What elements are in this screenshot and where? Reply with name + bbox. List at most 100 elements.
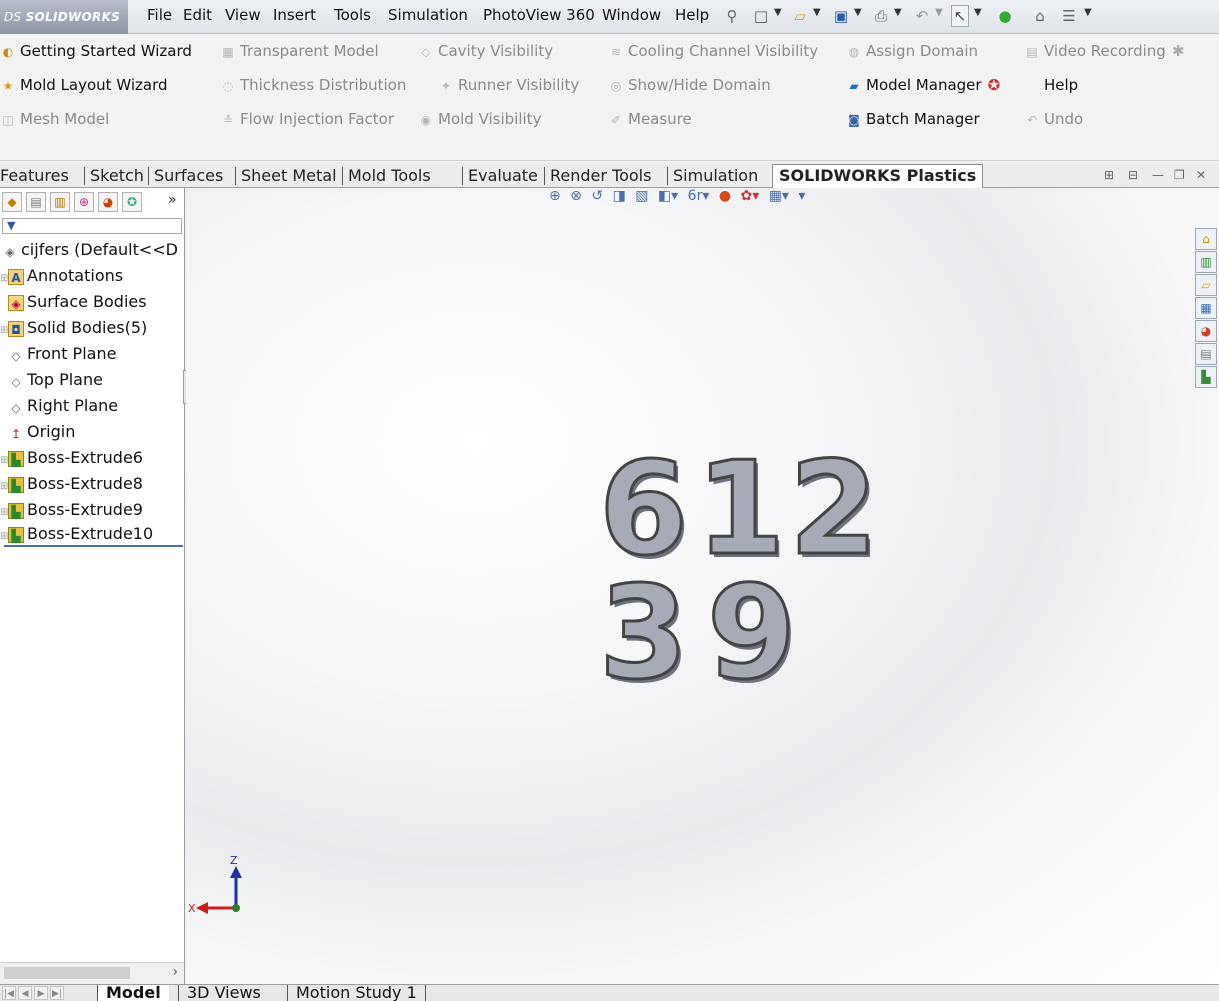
undo-dropdown-icon[interactable]: ▼: [935, 7, 943, 18]
scroll-right-icon[interactable]: ›: [172, 964, 178, 980]
tree-item-top-plane[interactable]: ◇ Top Plane: [0, 368, 103, 392]
options-icon[interactable]: ☰: [1060, 6, 1078, 26]
tab-model[interactable]: Model: [97, 985, 169, 1001]
zoom-to-area-icon[interactable]: ⊗: [570, 188, 582, 204]
tree-item-annotations[interactable]: ⊞ A Annotations: [0, 264, 123, 288]
menu-file[interactable]: File: [147, 6, 172, 24]
scroll-thumb[interactable]: [4, 967, 130, 979]
tree-item-boss-extrude8[interactable]: ⊞ ▙ Boss-Extrude8: [0, 472, 143, 496]
tree-horizontal-scrollbar[interactable]: ›: [0, 962, 184, 984]
undo-button[interactable]: ↶ Undo: [1024, 102, 1083, 136]
print-icon[interactable]: ⎙: [872, 6, 890, 26]
view-orientation-icon[interactable]: ◧▾: [658, 188, 678, 204]
transparent-model-button[interactable]: ▦ Transparent Model: [220, 34, 378, 68]
model-digit-6[interactable]: 6: [597, 444, 692, 575]
view-palette-icon[interactable]: ▦: [1195, 297, 1217, 319]
menu-insert[interactable]: Insert: [273, 6, 316, 24]
save-dropdown-icon[interactable]: ▼: [854, 7, 862, 18]
custom-properties-icon[interactable]: ▤: [1195, 343, 1217, 365]
open-folder-icon[interactable]: ▱: [791, 6, 809, 26]
view-settings-icon[interactable]: ▾: [798, 188, 805, 204]
menu-simulation[interactable]: Simulation: [388, 6, 468, 24]
cavity-visibility-button[interactable]: ◇ Cavity Visibility: [418, 34, 553, 68]
first-tab-icon[interactable]: |◀: [2, 986, 16, 1000]
close-icon[interactable]: ✕: [1196, 168, 1206, 182]
tree-item-front-plane[interactable]: ◇ Front Plane: [0, 342, 116, 366]
show-hide-domain-button[interactable]: ◎ Show/Hide Domain: [608, 68, 771, 102]
section-view-icon[interactable]: ◨: [613, 188, 626, 204]
help-button[interactable]: Help: [1044, 68, 1078, 102]
tab-solidworks-plastics[interactable]: SOLIDWORKS Plastics: [772, 164, 984, 188]
tree-item-origin[interactable]: ↥ Origin: [0, 420, 75, 444]
menu-photoview[interactable]: PhotoView 360: [483, 6, 595, 24]
display-style-icon[interactable]: 6r▾: [688, 188, 710, 204]
last-tab-icon[interactable]: ▶|: [50, 986, 64, 1000]
video-recording-button[interactable]: ▤ Video Recording ✱: [1024, 34, 1184, 68]
tab-mold-tools[interactable]: Mold Tools: [348, 165, 431, 187]
new-document-icon[interactable]: □: [752, 6, 770, 26]
tile-horizontal-icon[interactable]: ⊟: [1128, 168, 1138, 182]
dynamic-annotation-icon[interactable]: ▧: [635, 188, 648, 204]
cooling-channel-visibility-button[interactable]: ≋ Cooling Channel Visibility: [608, 34, 818, 68]
tab-simulation[interactable]: Simulation: [673, 165, 758, 187]
tab-sketch[interactable]: Sketch: [90, 165, 144, 187]
mold-visibility-button[interactable]: ◉ Mold Visibility: [418, 102, 542, 136]
print-dropdown-icon[interactable]: ▼: [894, 7, 902, 18]
tab-sheet-metal[interactable]: Sheet Metal: [241, 165, 337, 187]
more-tabs-icon[interactable]: »: [168, 192, 177, 208]
edit-appearance-icon[interactable]: ✿▾: [740, 188, 759, 204]
plastics-tab-icon[interactable]: ✪: [122, 192, 142, 212]
tree-item-boss-extrude10[interactable]: ⊞ ▙ Boss-Extrude10: [0, 522, 153, 546]
tree-root-part[interactable]: ◈ cijfers (Default<<D: [2, 238, 178, 262]
featuremanager-tab-icon[interactable]: ◆: [2, 192, 22, 212]
menu-help[interactable]: Help: [675, 6, 709, 24]
mold-layout-wizard-button[interactable]: ★ Mold Layout Wizard: [0, 68, 168, 102]
model-manager-button[interactable]: ▰ Model Manager ✪: [846, 68, 1000, 102]
select-icon[interactable]: ↖: [951, 5, 969, 27]
tile-vertical-icon[interactable]: ⊞: [1104, 168, 1114, 182]
menu-tools[interactable]: Tools: [334, 6, 371, 24]
tab-features[interactable]: Features: [0, 165, 69, 187]
tree-item-boss-extrude6[interactable]: ⊞ ▙ Boss-Extrude6: [0, 446, 143, 470]
tab-motion-study-1[interactable]: Motion Study 1: [287, 985, 426, 1001]
solidworks-resources-icon[interactable]: ⌂: [1195, 228, 1217, 250]
design-library-icon[interactable]: ▥: [1195, 251, 1217, 273]
previous-tab-icon[interactable]: ◀: [18, 986, 32, 1000]
menu-view[interactable]: View: [225, 6, 261, 24]
restore-icon[interactable]: ❐: [1174, 168, 1185, 182]
expand-icon[interactable]: ⊞: [0, 267, 8, 291]
model-digit-12[interactable]: 12: [694, 444, 882, 575]
file-properties-icon[interactable]: ⌂: [1031, 6, 1049, 26]
apply-scene-icon[interactable]: ▦▾: [769, 188, 789, 204]
model-digit-9[interactable]: 9: [705, 568, 800, 699]
undo-quick-icon[interactable]: ↶: [913, 6, 931, 26]
expand-icon[interactable]: ⊞: [0, 319, 8, 343]
solidworks-logo[interactable]: DS SOLIDWORKS: [0, 0, 128, 34]
open-dropdown-icon[interactable]: ▼: [813, 7, 821, 18]
pin-icon[interactable]: ⚲: [723, 6, 741, 26]
tab-evaluate[interactable]: Evaluate: [468, 165, 538, 187]
file-explorer-icon[interactable]: ▱: [1195, 274, 1217, 296]
menu-edit[interactable]: Edit: [183, 6, 212, 24]
batch-manager-button[interactable]: ◙ Batch Manager: [846, 102, 979, 136]
model-digit-3[interactable]: 3: [597, 568, 692, 699]
save-icon[interactable]: ▣: [832, 6, 850, 26]
tree-item-right-plane[interactable]: ◇ Right Plane: [0, 394, 118, 418]
displaymanager-tab-icon[interactable]: ◕: [98, 192, 118, 212]
tab-render-tools[interactable]: Render Tools: [550, 165, 651, 187]
configurationmanager-tab-icon[interactable]: ▥: [50, 192, 70, 212]
minimize-icon[interactable]: —: [1152, 168, 1164, 182]
menu-window[interactable]: Window: [602, 6, 661, 24]
expand-icon[interactable]: ⊞: [0, 449, 8, 473]
rebuild-icon[interactable]: ●: [996, 6, 1014, 26]
assign-domain-button[interactable]: ◍ Assign Domain: [846, 34, 978, 68]
tree-item-surface-bodies[interactable]: ◈ Surface Bodies: [0, 290, 147, 314]
rollback-bar[interactable]: [4, 545, 183, 547]
tree-filter-input[interactable]: ▼: [2, 218, 182, 234]
tree-item-boss-extrude9[interactable]: ⊞ ▙ Boss-Extrude9: [0, 498, 143, 522]
expand-icon[interactable]: ⊞: [0, 475, 8, 499]
measure-button[interactable]: ✐ Measure: [608, 102, 692, 136]
plastics-task-icon[interactable]: ▙: [1195, 366, 1217, 388]
hide-show-items-icon[interactable]: ●: [719, 188, 731, 204]
runner-visibility-button[interactable]: ✦ Runner Visibility: [438, 68, 579, 102]
